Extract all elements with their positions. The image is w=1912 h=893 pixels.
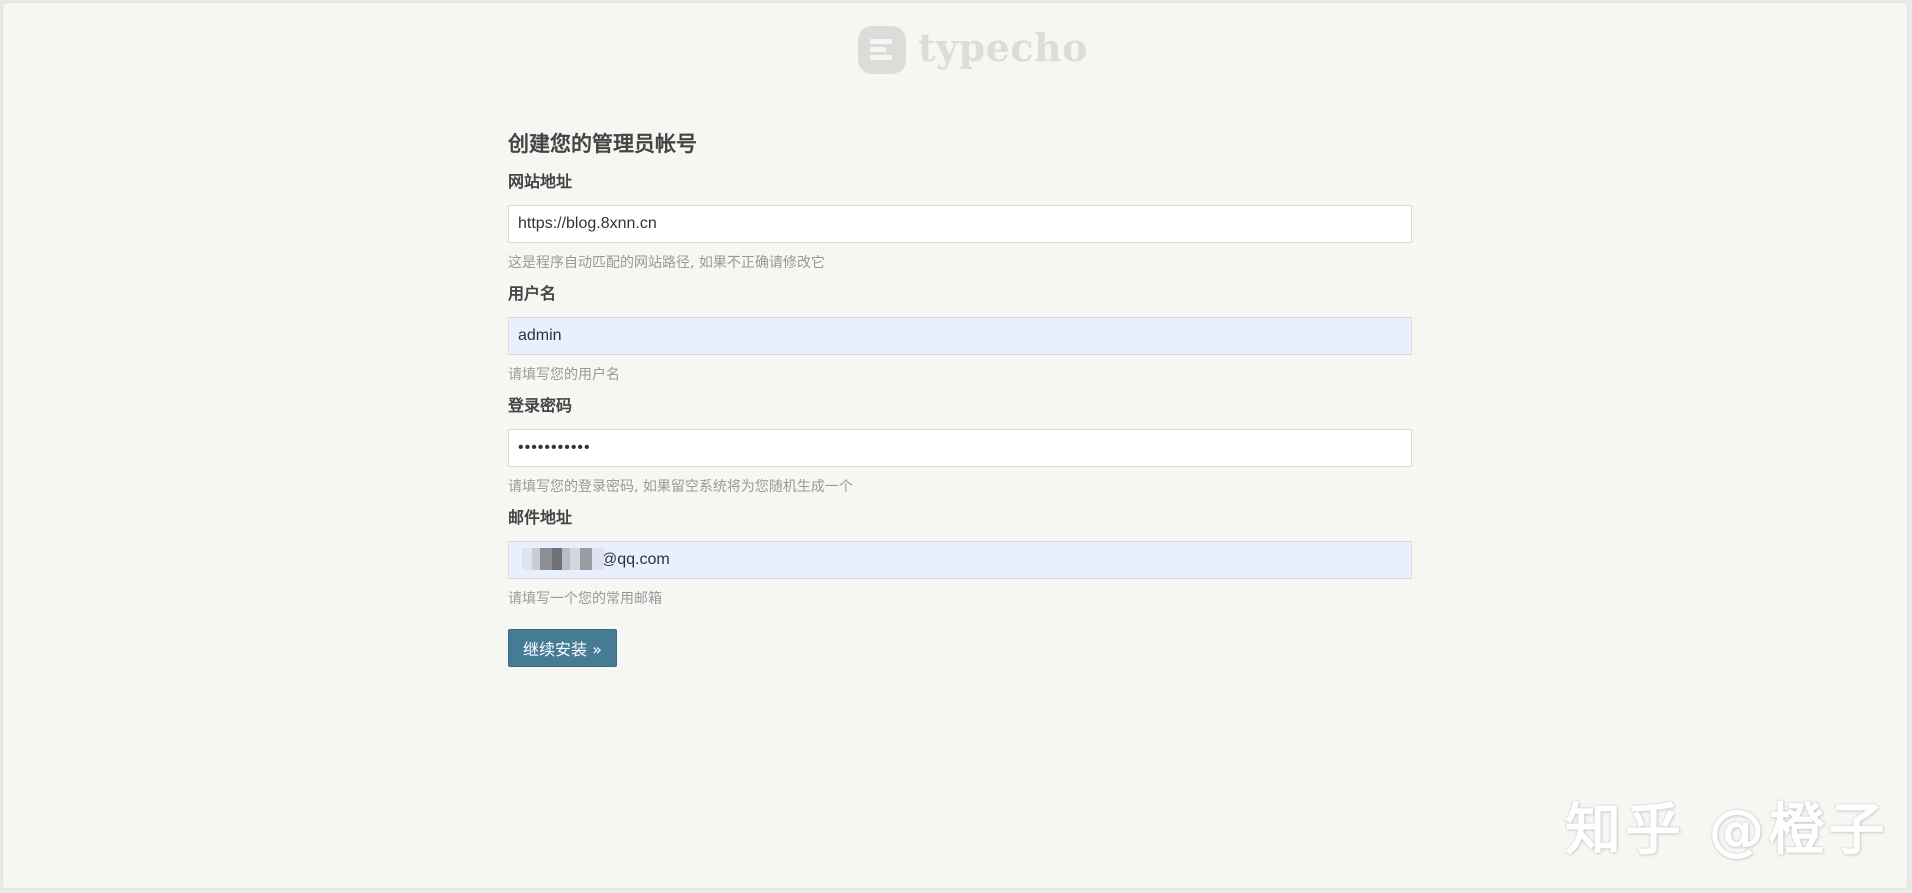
continue-install-button[interactable]: 继续安装 » <box>508 629 617 667</box>
password-label: 登录密码 <box>508 396 573 415</box>
admin-account-form: 创建您的管理员帐号 网站地址 这是程序自动匹配的网站路径, 如果不正确请修改它 … <box>508 127 1412 667</box>
site-url-label: 网站地址 <box>508 172 573 191</box>
email-input-wrapper <box>508 541 1412 579</box>
email-hint: 请填写一个您的常用邮箱 <box>508 591 662 607</box>
username-field-group: 用户名 请填写您的用户名 <box>508 283 1412 385</box>
username-label: 用户名 <box>508 284 557 303</box>
logo-text: typecho <box>918 25 1088 70</box>
password-field-group: 登录密码 请填写您的登录密码, 如果留空系统将为您随机生成一个 <box>508 395 1412 497</box>
zhihu-watermark: 知乎 @橙子 <box>1565 798 1889 863</box>
typecho-logo-icon <box>858 26 906 74</box>
install-page: typecho 创建您的管理员帐号 网站地址 这是程序自动匹配的网站路径, 如果… <box>2 2 1908 889</box>
password-input[interactable] <box>508 429 1412 467</box>
email-input[interactable] <box>508 541 1412 579</box>
typecho-logo: typecho <box>858 25 1088 75</box>
redacted-email-mosaic <box>522 548 604 570</box>
username-input[interactable] <box>508 317 1412 355</box>
site-url-input[interactable] <box>508 205 1412 243</box>
email-label: 邮件地址 <box>508 508 573 527</box>
site-url-hint: 这是程序自动匹配的网站路径, 如果不正确请修改它 <box>508 255 825 271</box>
site-url-field-group: 网站地址 这是程序自动匹配的网站路径, 如果不正确请修改它 <box>508 171 1412 273</box>
email-field-group: 邮件地址 请填写一个您的常用邮箱 <box>508 507 1412 609</box>
username-hint: 请填写您的用户名 <box>508 367 620 383</box>
password-hint: 请填写您的登录密码, 如果留空系统将为您随机生成一个 <box>508 479 853 495</box>
page-title: 创建您的管理员帐号 <box>508 132 697 156</box>
